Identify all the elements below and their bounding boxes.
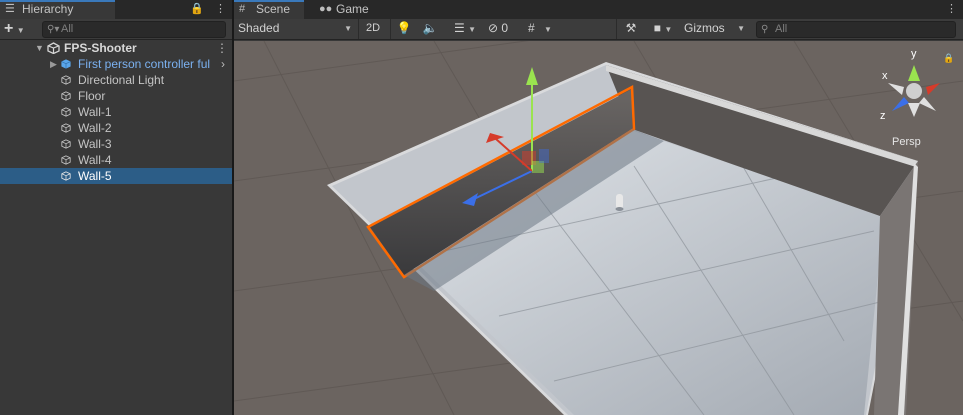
lock-icon[interactable]: 🔒: [190, 3, 204, 15]
more-options-icon[interactable]: ⋮: [215, 3, 226, 15]
scene-viewport[interactable]: y x z 🔒 Persp: [234, 41, 963, 415]
lock-icon: 🔒: [943, 53, 954, 64]
hierarchy-tabbar: ☰ Hierarchy 🔒 ⋮: [0, 0, 232, 19]
scene-render: y x z 🔒 Persp: [234, 41, 963, 415]
chevron-right-icon[interactable]: ›: [221, 56, 225, 72]
list-item-label: Wall-5: [78, 169, 112, 183]
list-item-selected[interactable]: Wall-5: [0, 168, 232, 184]
search-placeholder: All: [775, 23, 788, 35]
effects-dropdown[interactable]: ☰ ▼: [446, 20, 484, 37]
gamepad-icon: ●●: [319, 3, 333, 15]
camera-dropdown[interactable]: ■ ▼: [646, 20, 680, 37]
hierarchy-search-input[interactable]: ⚲▾ All: [42, 21, 226, 38]
hierarchy-toolbar: + ▼ ⚲▾ All: [0, 19, 232, 40]
lighting-toggle-icon[interactable]: 💡: [394, 20, 414, 37]
search-icon: ⚲▾: [47, 24, 60, 35]
gameobject-cube-icon: [61, 155, 71, 165]
gameobject-cube-icon: [61, 123, 71, 133]
hierarchy-tree: ▼ FPS-Shooter ⋮ ▶ First person controlle…: [0, 40, 232, 184]
expand-arrow-icon[interactable]: ▶: [50, 56, 57, 72]
projection-label: Persp: [892, 136, 921, 148]
tab-game-label: Game: [336, 2, 369, 16]
scene-search-input[interactable]: ⚲ All: [756, 21, 956, 38]
grid-icon: #: [239, 3, 246, 15]
list-item[interactable]: Directional Light: [0, 72, 232, 88]
gameobject-cube-icon: [61, 75, 71, 85]
scene-tab-tools: ⋮: [946, 0, 957, 19]
orientation-gizmo: [888, 65, 940, 117]
tab-hierarchy[interactable]: ☰ Hierarchy: [0, 0, 115, 19]
gizmos-dropdown[interactable]: Gizmos ▼: [682, 20, 748, 37]
list-item-label: Wall-4: [78, 153, 112, 167]
axis-label-x: x: [882, 70, 888, 82]
gameobject-cube-icon: [61, 91, 71, 101]
list-item[interactable]: Wall-4: [0, 152, 232, 168]
prefab-cube-icon: [61, 59, 71, 69]
scene-root-row[interactable]: ▼ FPS-Shooter ⋮: [0, 40, 232, 56]
chevron-down-icon: ▼: [737, 24, 745, 33]
plus-icon: +: [4, 20, 14, 37]
tools-icon[interactable]: ⚒: [620, 20, 642, 37]
draw-mode-value: Shaded: [238, 21, 280, 35]
camera-icon: ■: [653, 21, 661, 35]
list-item-label: First person controller ful: [78, 57, 211, 71]
list-item[interactable]: Floor: [0, 88, 232, 104]
list-item-label: Wall-2: [78, 121, 112, 135]
scene-name: FPS-Shooter: [64, 41, 137, 55]
gizmos-label: Gizmos: [684, 21, 725, 35]
toggle-2d-button[interactable]: 2D: [360, 20, 386, 37]
chevron-down-icon: ▼: [16, 26, 25, 35]
list-item[interactable]: ▶ First person controller ful ›: [0, 56, 232, 72]
axis-label-y: y: [911, 48, 917, 60]
hidden-objects-toggle[interactable]: ⊘ 0: [488, 20, 518, 37]
scene-panel: # Scene ●● Game ⋮ Shaded ▼ 2D 💡 🔈 ☰ ▼ ⊘ …: [234, 0, 963, 415]
scene-toolbar: Shaded ▼ 2D 💡 🔈 ☰ ▼ ⊘ 0 # ▼ ⚒ ■ ▼ Gizmos…: [234, 19, 963, 40]
chevron-down-icon: ▼: [664, 25, 673, 34]
scene-tabbar: # Scene ●● Game ⋮: [234, 0, 963, 19]
chevron-down-icon: ▼: [344, 24, 352, 33]
gameobject-cube-icon: [61, 139, 71, 149]
hidden-count: 0: [501, 21, 509, 35]
tab-game[interactable]: ●● Game: [314, 0, 394, 19]
expand-arrow-icon[interactable]: ▼: [35, 40, 44, 56]
grid-snap-dropdown[interactable]: # ▼: [522, 20, 558, 37]
scene-options-icon[interactable]: ⋮: [216, 40, 228, 56]
list-item-label: Floor: [78, 89, 106, 103]
layers-icon: ☰: [453, 21, 465, 35]
list-item-label: Directional Light: [78, 73, 165, 87]
player-capsule: [616, 194, 623, 209]
grid-icon: #: [528, 21, 535, 35]
list-item[interactable]: Wall-2: [0, 120, 232, 136]
axis-label-z: z: [880, 110, 886, 122]
search-placeholder: All: [61, 23, 74, 35]
gameobject-cube-icon: [61, 171, 71, 181]
chevron-down-icon: ▼: [544, 25, 552, 34]
gameobject-cube-icon: [61, 107, 71, 117]
tab-scene-label: Scene: [256, 2, 291, 16]
tab-hierarchy-label: Hierarchy: [22, 2, 74, 16]
search-icon: ⚲: [761, 24, 769, 35]
list-item-label: Wall-1: [78, 105, 112, 119]
list-item[interactable]: Wall-1: [0, 104, 232, 120]
unity-scene-icon: [47, 42, 60, 54]
draw-mode-dropdown[interactable]: Shaded ▼: [234, 20, 356, 37]
eye-slash-icon: ⊘: [488, 21, 499, 35]
hierarchy-tab-tools: 🔒 ⋮: [190, 0, 226, 19]
hierarchy-panel: ☰ Hierarchy 🔒 ⋮ + ▼ ⚲▾ All ▼ FPS-Shooter…: [0, 0, 232, 415]
list-icon: ☰: [5, 3, 15, 15]
chevron-down-icon: ▼: [468, 25, 477, 34]
add-button[interactable]: + ▼: [4, 20, 32, 37]
audio-toggle-icon[interactable]: 🔈: [420, 20, 440, 37]
list-item-label: Wall-3: [78, 137, 112, 151]
list-item[interactable]: Wall-3: [0, 136, 232, 152]
more-options-icon[interactable]: ⋮: [946, 3, 957, 15]
tab-scene[interactable]: # Scene: [234, 0, 304, 19]
